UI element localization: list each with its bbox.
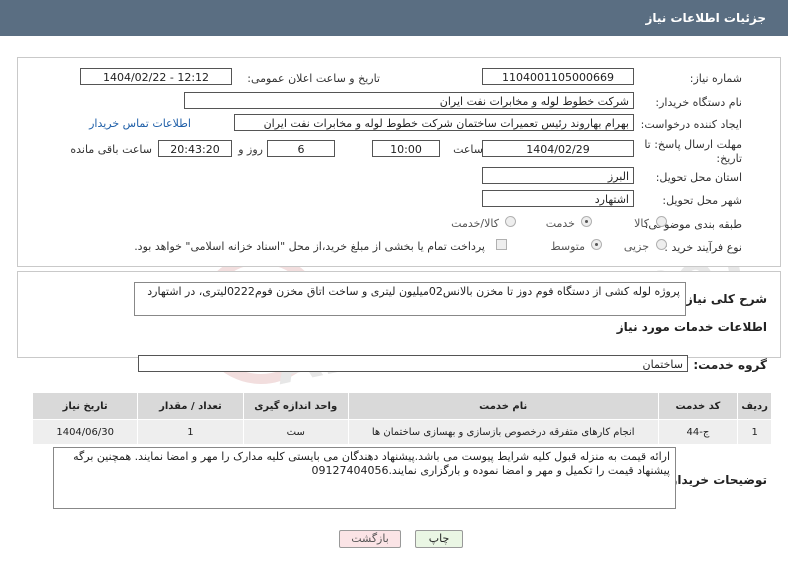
cell-unit: ست: [242, 419, 349, 445]
col-code-header: کد خدمت: [657, 392, 739, 420]
col-qty-header: تعداد / مقدار: [137, 392, 244, 420]
province-label: استان محل تحویل:: [655, 171, 742, 184]
table-header-row: ردیف کد خدمت نام خدمت واحد اندازه گیری ت…: [31, 392, 772, 420]
remaining-time-field: 20:43:20: [158, 140, 232, 157]
process-radio-minor[interactable]: [656, 239, 667, 250]
buyer-contact-link[interactable]: اطلاعات تماس خریدار: [89, 117, 191, 130]
page-title: جزئیات اطلاعات نیاز: [645, 11, 766, 25]
need-number-label: شماره نیاز:: [689, 72, 742, 85]
summary-textarea[interactable]: پروژه لوله کشی از دستگاه فوم دوز تا مخزن…: [134, 282, 686, 316]
payment-note: پرداخت تمام یا بخشی از مبلغ خرید،از محل …: [134, 240, 485, 253]
process-option-medium: متوسط: [550, 240, 585, 253]
print-button[interactable]: چاپ: [415, 530, 463, 548]
days-field: 6: [267, 140, 335, 157]
payment-checkbox[interactable]: [496, 239, 507, 250]
process-option-minor: جزیی: [623, 240, 649, 253]
category-option-goods-service: کالا/خدمت: [451, 217, 499, 230]
city-label: شهر محل تحویل:: [662, 194, 742, 207]
city-field: اشتهارد: [482, 190, 634, 207]
col-date-header: تاریخ نیاز: [31, 392, 139, 420]
province-field: البرز: [482, 167, 634, 184]
service-group-label: گروه خدمت:: [693, 358, 767, 372]
creator-field: بهرام بهاروند رئیس تعمیرات ساختمان شرکت …: [234, 114, 634, 131]
announce-label: تاریخ و ساعت اعلان عمومی:: [247, 72, 380, 85]
buyer-field: شرکت خطوط لوله و مخابرات نفت ایران: [184, 92, 634, 109]
cell-row: 1: [737, 419, 772, 445]
cell-qty: 1: [137, 419, 244, 445]
deadline-label: مهلت ارسال پاسخ: تا تاریخ:: [644, 138, 742, 165]
category-option-goods: کالا: [634, 217, 649, 230]
deadline-time-label: ساعت: [453, 143, 483, 156]
summary-label: شرح کلی نیاز:: [681, 292, 767, 306]
cell-code: ج-44: [657, 419, 739, 445]
announce-field: 1404/02/22 - 12:12: [80, 68, 232, 85]
category-radio-goods[interactable]: [656, 216, 667, 227]
back-button[interactable]: بازگشت: [339, 530, 401, 548]
col-name-header: نام خدمت: [347, 392, 659, 420]
buyer-label: نام دستگاه خریدار:: [655, 96, 742, 109]
col-unit-header: واحد اندازه گیری: [242, 392, 349, 420]
days-label: روز و: [238, 143, 263, 156]
buyer-notes-textarea[interactable]: ارائه قیمت به منزله قبول کلیه شرایط پیوس…: [53, 447, 676, 509]
deadline-date-field: 1404/02/29: [482, 140, 634, 157]
buyer-notes-label: توضیحات خریدار:: [665, 473, 767, 487]
process-radio-medium[interactable]: [591, 239, 602, 250]
remaining-label: ساعت باقی مانده: [70, 143, 152, 156]
creator-label: ایجاد کننده درخواست:: [640, 118, 742, 131]
process-label: نوع فرآیند خرید :: [664, 241, 742, 254]
col-row-header: ردیف: [737, 392, 772, 420]
category-option-service: خدمت: [545, 217, 575, 230]
services-table: ردیف کد خدمت نام خدمت واحد اندازه گیری ت…: [31, 392, 772, 445]
table-row: 1 ج-44 انجام کارهای متفرقه درخصوص بازساز…: [31, 419, 772, 445]
need-number-field: 1104001105000669: [482, 68, 634, 85]
service-group-field: ساختمان: [138, 355, 688, 372]
deadline-time-field: 10:00: [372, 140, 440, 157]
cell-date: 1404/06/30: [31, 419, 139, 445]
services-section-title: اطلاعات خدمات مورد نیاز: [616, 320, 767, 334]
cell-name: انجام کارهای متفرقه درخصوص بازسازی و بهس…: [347, 419, 659, 445]
category-radio-service[interactable]: [581, 216, 592, 227]
category-radio-goods-service[interactable]: [505, 216, 516, 227]
